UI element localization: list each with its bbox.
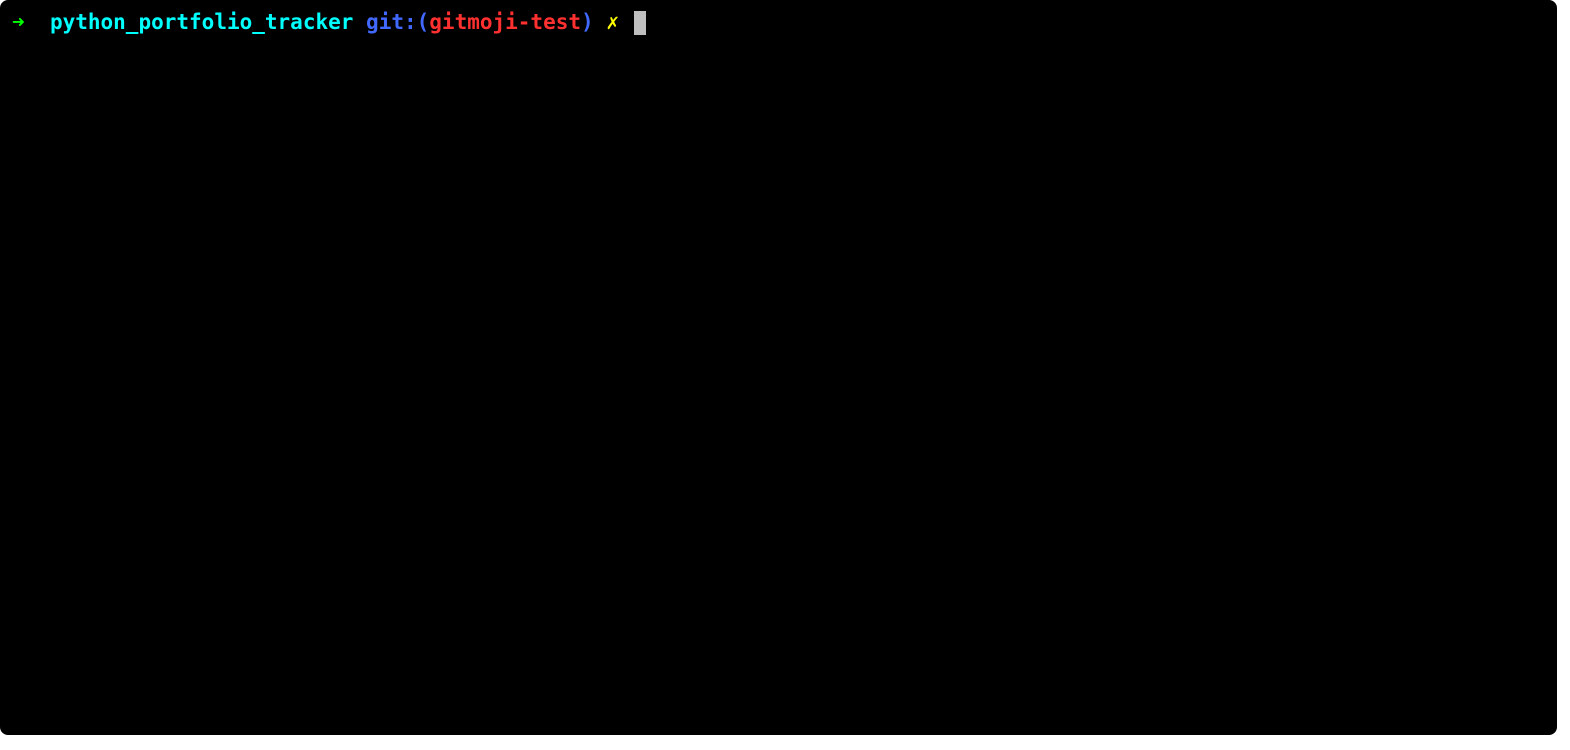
prompt-arrow-icon: ➜ xyxy=(12,8,25,37)
spacer xyxy=(619,8,632,37)
terminal-cursor xyxy=(634,11,646,35)
prompt-dirty-marker-icon: ✗ xyxy=(606,8,619,37)
prompt-git-branch: gitmoji-test xyxy=(429,8,581,37)
terminal-window[interactable]: ➜ python_portfolio_tracker git:(gitmoji-… xyxy=(0,0,1557,735)
spacer xyxy=(594,8,607,37)
prompt-git-paren-open: ( xyxy=(417,8,430,37)
prompt-git-label: git: xyxy=(366,8,417,37)
spacer xyxy=(25,8,50,37)
prompt-line[interactable]: ➜ python_portfolio_tracker git:(gitmoji-… xyxy=(12,8,1545,37)
prompt-cwd: python_portfolio_tracker xyxy=(50,8,353,37)
prompt-git-paren-close: ) xyxy=(581,8,594,37)
spacer xyxy=(353,8,366,37)
